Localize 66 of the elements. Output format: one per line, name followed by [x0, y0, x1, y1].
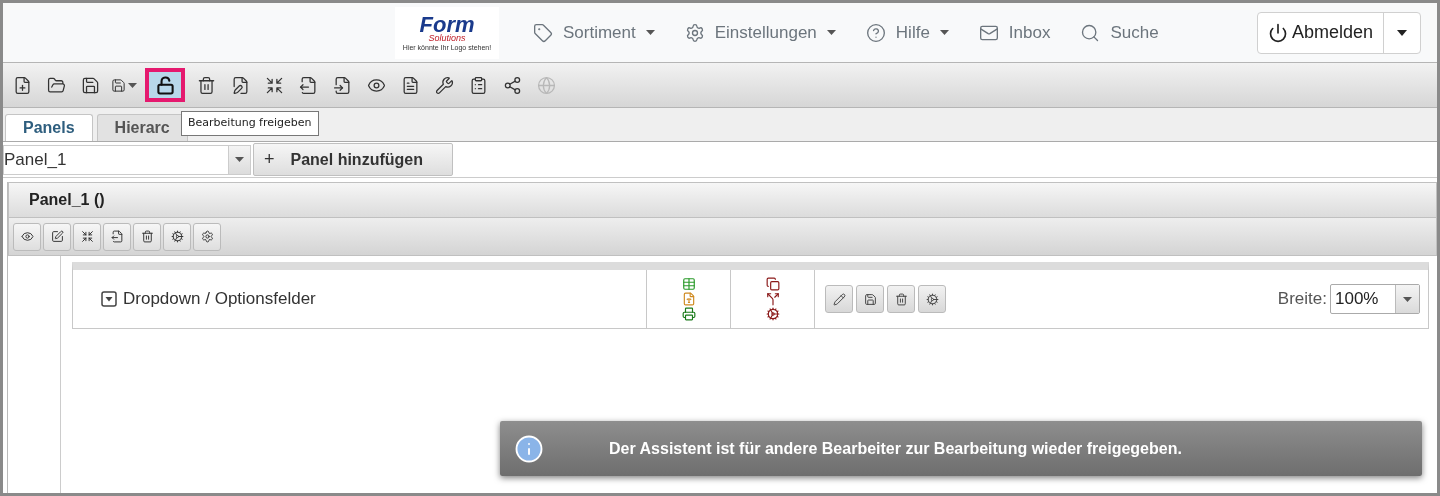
shrink-icon [264, 75, 284, 95]
caret-icon [128, 82, 137, 88]
file-import-icon [332, 75, 352, 95]
gear-icon [200, 230, 214, 243]
help-icon [865, 22, 886, 43]
row-action-button[interactable] [887, 285, 915, 313]
panel-tool-button[interactable] [73, 222, 101, 251]
row-action-button[interactable] [918, 285, 946, 313]
file-export-icon [298, 75, 318, 95]
edit-icon [50, 230, 64, 243]
field-label: Dropdown / Optionsfelder [123, 288, 316, 311]
globe-icon [536, 75, 556, 95]
nav-link[interactable]: Hilfe [865, 19, 949, 46]
info-icon [514, 433, 544, 464]
nav-link[interactable]: Suche [1080, 19, 1159, 46]
panel-tool-button[interactable] [43, 222, 71, 251]
power-icon [1267, 22, 1288, 43]
printer-icon[interactable] [681, 307, 696, 321]
pencil-icon [832, 292, 846, 306]
trash-icon [894, 292, 908, 306]
collapse-icon[interactable] [101, 291, 117, 307]
gear-icon [684, 22, 705, 43]
tab[interactable]: Panels [5, 114, 93, 141]
toolbar-button[interactable] [145, 68, 185, 102]
nodes-icon [502, 75, 522, 95]
copy-icon[interactable] [765, 277, 780, 291]
panel-tool-button[interactable] [103, 222, 131, 251]
add-panel-button[interactable]: + Panel hinzufügen [253, 143, 453, 176]
nav-link[interactable]: Inbox [978, 19, 1051, 46]
row-action-button[interactable] [856, 285, 884, 313]
caret-icon [939, 30, 949, 35]
nav-link[interactable]: Sortiment [533, 19, 655, 46]
folder-icon [46, 75, 66, 95]
trash-icon [140, 230, 154, 243]
shrink-icon [80, 230, 94, 243]
save-icon [863, 292, 877, 306]
caret-icon [826, 30, 836, 35]
panel-title: Panel_1 () [29, 190, 105, 210]
nav-link[interactable]: Einstellungen [684, 19, 836, 46]
caret-icon [1403, 296, 1412, 302]
panel-tool-button[interactable] [13, 222, 41, 251]
split-icon[interactable] [765, 292, 780, 306]
caret-icon [1397, 29, 1407, 36]
unlock-icon [155, 75, 175, 95]
tab[interactable]: Hierarc [96, 114, 188, 141]
width-select[interactable]: 100% [1330, 284, 1420, 314]
wrench-icon [434, 75, 454, 95]
row-action-button[interactable] [825, 285, 853, 313]
trash-icon [196, 75, 216, 95]
panel-tool-button[interactable] [133, 222, 161, 251]
caret-icon [645, 30, 655, 35]
panel-tool-button[interactable] [163, 222, 191, 251]
panel-select[interactable]: Panel_1 [3, 144, 251, 175]
search-icon [1080, 22, 1101, 43]
tooltip: Bearbeitung freigeben [181, 111, 319, 136]
panel-tool-button[interactable] [193, 222, 221, 251]
caret-icon [235, 157, 244, 162]
list-icon[interactable] [681, 277, 696, 291]
pdf-icon[interactable] [681, 292, 696, 306]
eye-icon [20, 230, 34, 243]
save-icon [80, 75, 100, 95]
width-label: Breite: [1277, 288, 1327, 311]
file-export-icon [110, 230, 124, 243]
tag-icon [533, 22, 553, 43]
logo-sub: Solutions [428, 34, 466, 43]
notification-message: Der Assistent ist für andere Bearbeiter zur Bearbeitung wieder freigegeben. [609, 438, 1182, 459]
